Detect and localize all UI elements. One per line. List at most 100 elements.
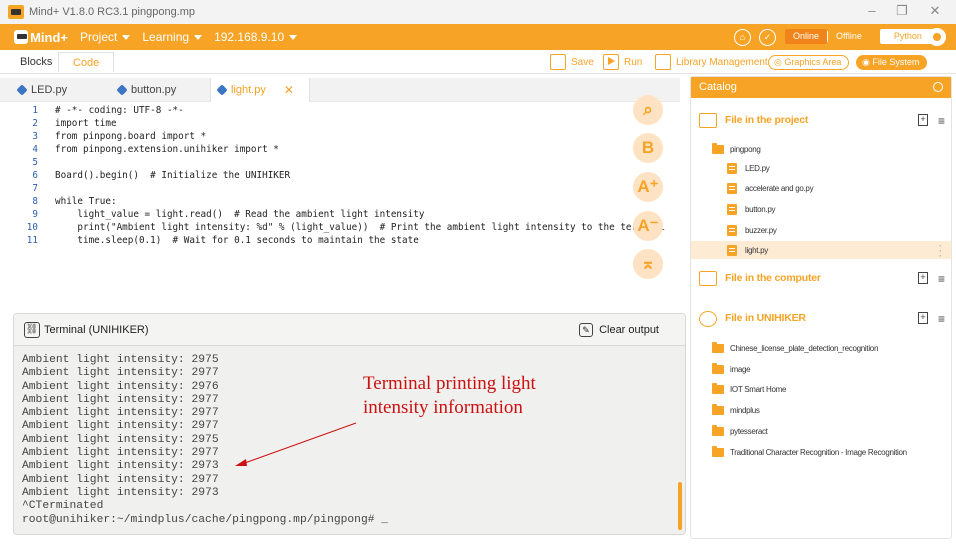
offline-mode-button[interactable]: Offline xyxy=(828,29,870,44)
font-decrease-icon[interactable]: A⁻ xyxy=(633,211,663,241)
folder-pytesseract[interactable]: pytesseract xyxy=(712,422,768,440)
close-icon[interactable]: ✕ xyxy=(925,3,945,19)
menu-device-ip[interactable]: 192.168.9.10 xyxy=(214,30,298,44)
file-system-button[interactable]: ◉ File System xyxy=(856,55,928,70)
python-file-icon xyxy=(16,84,28,96)
code-line: 8 while True: xyxy=(12,195,116,208)
code-editor[interactable]: 1 # -*- coding: UTF-8 -*- 2 import time 3 f… xyxy=(12,102,680,308)
close-icon[interactable]: ✕ xyxy=(284,83,294,97)
folder-iot-smart-home[interactable]: IOT Smart Home xyxy=(712,380,786,398)
file-icon xyxy=(727,244,737,256)
folder-license-plate[interactable]: Chinese_license_plate_detection_recognit… xyxy=(712,339,878,357)
search-icon[interactable]: ⌕ xyxy=(633,95,663,125)
file-label: buzzer.py xyxy=(745,225,777,235)
line-number: 6 xyxy=(32,170,38,181)
folder-image[interactable]: image xyxy=(712,360,751,378)
folder-traditional-character[interactable]: Traditional Character Recognition - Imag… xyxy=(712,443,907,461)
terminal-line: Ambient light intensity: 2977 xyxy=(22,473,219,486)
file-accelerate-py[interactable]: accelerate and go.py xyxy=(727,179,814,197)
folder-icon xyxy=(712,424,724,436)
new-file-icon[interactable]: + xyxy=(918,272,928,284)
run-button[interactable]: Run xyxy=(603,53,642,71)
title-bar: Mind+ V1.8.0 RC3.1 pingpong.mp – ❐ ✕ xyxy=(0,0,956,24)
save-button[interactable]: Save xyxy=(550,53,594,71)
terminal-header: ⛓ Terminal (UNIHIKER) ✎ Clear output xyxy=(14,314,685,346)
folder-pingpong[interactable]: pingpong xyxy=(712,140,761,158)
collapse-icon[interactable]: ⌅ xyxy=(633,249,663,279)
section-title: File in the project xyxy=(725,114,809,126)
format-code-icon[interactable]: B xyxy=(633,133,663,163)
terminal-title: Terminal (UNIHIKER) xyxy=(44,324,149,336)
section-project-files[interactable]: File in the project + xyxy=(691,109,953,135)
line-number: 4 xyxy=(32,144,38,155)
line-number: 3 xyxy=(32,131,38,142)
menu-icon[interactable] xyxy=(938,114,945,128)
minimize-icon[interactable]: – xyxy=(862,3,882,18)
folder-mindplus[interactable]: mindplus xyxy=(712,401,760,419)
mode-switch-icon[interactable]: ⌂ xyxy=(734,29,751,46)
tab-led-py[interactable]: LED.py xyxy=(16,78,108,102)
section-unihiker-files[interactable]: File in UNIHIKER + xyxy=(691,307,953,333)
folder-icon xyxy=(712,341,724,353)
chevron-down-icon xyxy=(194,34,203,40)
refresh-icon[interactable] xyxy=(933,82,943,92)
task-check-icon[interactable]: ✓ xyxy=(759,29,776,46)
graphics-area-button[interactable]: ◎ Graphics Area xyxy=(768,55,850,70)
tab-button-py[interactable]: button.py xyxy=(116,78,208,102)
link-icon[interactable]: ⛓ xyxy=(24,322,40,338)
editor-tabs: LED.py button.py light.py ✕ xyxy=(0,78,680,102)
tab-blocks[interactable]: Blocks xyxy=(12,52,60,72)
file-label: button.py xyxy=(745,204,776,214)
folder-label: image xyxy=(730,364,751,374)
terminal-scrollbar[interactable] xyxy=(678,482,682,530)
annotation-arrowhead xyxy=(235,459,247,466)
file-buzzer-py[interactable]: buzzer.py xyxy=(727,221,777,239)
catalog-panel: Catalog File in the project + pingpong L… xyxy=(690,76,952,539)
device-ip-label: 192.168.9.10 xyxy=(214,30,285,44)
save-label: Save xyxy=(571,56,594,68)
new-file-icon[interactable]: + xyxy=(918,114,928,126)
file-led-py[interactable]: LED.py xyxy=(727,159,770,177)
annotation-arrow xyxy=(235,422,357,466)
tab-light-py[interactable]: light.py ✕ xyxy=(210,78,310,102)
menu-project[interactable]: Project xyxy=(80,30,131,44)
code-text: import time xyxy=(55,118,117,129)
app-icon xyxy=(8,5,24,19)
code-line: 10 print("Ambient light intensity: %d" %… xyxy=(12,221,665,234)
new-file-icon[interactable]: + xyxy=(918,312,928,324)
menu-learning[interactable]: Learning xyxy=(142,30,203,44)
menu-icon[interactable] xyxy=(938,312,945,326)
catalog-title: Catalog xyxy=(699,81,737,93)
restore-icon[interactable]: ❐ xyxy=(892,3,912,19)
robot-logo-icon xyxy=(14,30,29,44)
library-management-button[interactable]: Library Management xyxy=(655,53,768,71)
file-icon xyxy=(727,162,737,174)
file-button-py[interactable]: button.py xyxy=(727,200,776,218)
font-increase-icon[interactable]: A⁺ xyxy=(633,172,663,202)
folder-label: pytesseract xyxy=(730,426,768,436)
gear-icon[interactable] xyxy=(928,28,946,46)
window-title: Mind+ V1.8.0 RC3.1 pingpong.mp xyxy=(29,6,196,18)
online-mode-button[interactable]: Online xyxy=(785,29,828,44)
code-text: time.sleep(0.1) # Wait for 0.1 seconds t… xyxy=(55,235,419,246)
mode-switcher: Online Offline Python xyxy=(785,29,936,44)
line-number: 5 xyxy=(32,157,38,168)
line-number: 11 xyxy=(26,235,38,246)
folder-icon xyxy=(712,403,724,415)
code-line: 7 xyxy=(12,182,55,195)
clear-output-button[interactable]: ✎ Clear output xyxy=(579,323,659,337)
folder-label: mindplus xyxy=(730,405,760,415)
section-computer-files[interactable]: File in the computer + xyxy=(691,267,953,293)
folder-icon xyxy=(712,142,724,154)
menu-icon[interactable] xyxy=(938,272,945,286)
menu-learning-label: Learning xyxy=(142,30,190,44)
folder-icon xyxy=(712,445,724,457)
tab-code[interactable]: Code xyxy=(58,52,115,72)
terminal-line: Ambient light intensity: 2973 xyxy=(22,486,219,499)
code-text: from pinpong.extension.unihiker import * xyxy=(55,144,279,155)
folder-label: IOT Smart Home xyxy=(730,384,787,394)
save-icon xyxy=(550,54,566,70)
file-light-py[interactable]: light.py · · · xyxy=(691,239,951,261)
more-options-icon[interactable]: · · · xyxy=(938,239,942,261)
project-folder-icon xyxy=(699,113,717,128)
